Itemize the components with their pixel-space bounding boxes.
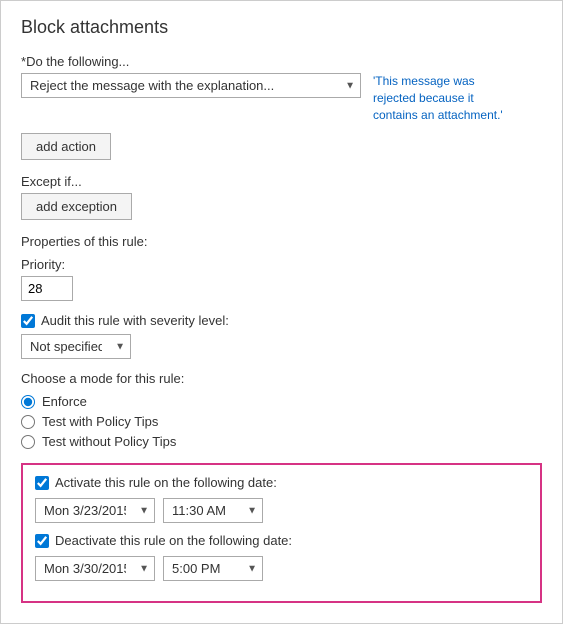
activate-row: Activate this rule on the following date…: [35, 475, 528, 490]
add-exception-button[interactable]: add exception: [21, 193, 132, 220]
activate-checkbox[interactable]: [35, 476, 49, 490]
deactivate-date-time-row: Mon 3/30/2015 ▼ 5:00 PM ▼: [35, 556, 528, 581]
radio-group: Enforce Test with Policy Tips Test witho…: [21, 394, 542, 449]
activate-label: Activate this rule on the following date…: [55, 475, 277, 490]
do-following-select-wrapper: Reject the message with the explanation.…: [21, 73, 361, 98]
activate-time-select-wrapper: 11:30 AM ▼: [163, 498, 263, 523]
activate-date-time-row: Mon 3/23/2015 ▼ 11:30 AM ▼: [35, 498, 528, 523]
deactivate-label: Deactivate this rule on the following da…: [55, 533, 292, 548]
radio-policy-tips-input[interactable]: [21, 415, 35, 429]
deactivate-date-select-wrapper: Mon 3/30/2015 ▼: [35, 556, 155, 581]
do-following-row: Reject the message with the explanation.…: [21, 73, 542, 123]
radio-policy-tips-label: Test with Policy Tips: [42, 414, 158, 429]
deactivate-row: Deactivate this rule on the following da…: [35, 533, 528, 548]
properties-title: Properties of this rule:: [21, 234, 542, 249]
page-title: Block attachments: [21, 17, 542, 38]
audit-row: Audit this rule with severity level:: [21, 313, 542, 328]
add-exception-container: add exception: [21, 193, 542, 220]
mode-title: Choose a mode for this rule:: [21, 371, 542, 386]
activate-time-select[interactable]: 11:30 AM: [163, 498, 263, 523]
not-specified-select[interactable]: Not specified Low Medium High: [21, 334, 131, 359]
radio-enforce: Enforce: [21, 394, 542, 409]
radio-no-policy-tips-label: Test without Policy Tips: [42, 434, 176, 449]
deactivate-time-select-wrapper: 5:00 PM ▼: [163, 556, 263, 581]
activate-date-select-wrapper: Mon 3/23/2015 ▼: [35, 498, 155, 523]
not-specified-select-wrapper: Not specified Low Medium High ▼: [21, 334, 131, 359]
radio-no-policy-tips: Test without Policy Tips: [21, 434, 542, 449]
page-container: Block attachments *Do the following... R…: [0, 0, 563, 624]
add-action-container: add action: [21, 133, 542, 160]
audit-label: Audit this rule with severity level:: [41, 313, 229, 328]
add-action-button[interactable]: add action: [21, 133, 111, 160]
activate-deactivate-box: Activate this rule on the following date…: [21, 463, 542, 603]
deactivate-checkbox[interactable]: [35, 534, 49, 548]
not-specified-row: Not specified Low Medium High ▼: [21, 334, 542, 359]
except-if-label: Except if...: [21, 174, 542, 189]
priority-input[interactable]: [21, 276, 73, 301]
activate-date-select[interactable]: Mon 3/23/2015: [35, 498, 155, 523]
radio-enforce-input[interactable]: [21, 395, 35, 409]
deactivate-date-select[interactable]: Mon 3/30/2015: [35, 556, 155, 581]
radio-no-policy-tips-input[interactable]: [21, 435, 35, 449]
deactivate-time-select[interactable]: 5:00 PM: [163, 556, 263, 581]
do-following-label: *Do the following...: [21, 54, 542, 69]
rejection-message-link[interactable]: 'This message was rejected because it co…: [373, 73, 513, 123]
radio-enforce-label: Enforce: [42, 394, 87, 409]
priority-label: Priority:: [21, 257, 542, 272]
audit-checkbox[interactable]: [21, 314, 35, 328]
radio-policy-tips: Test with Policy Tips: [21, 414, 542, 429]
do-following-select[interactable]: Reject the message with the explanation.…: [21, 73, 361, 98]
